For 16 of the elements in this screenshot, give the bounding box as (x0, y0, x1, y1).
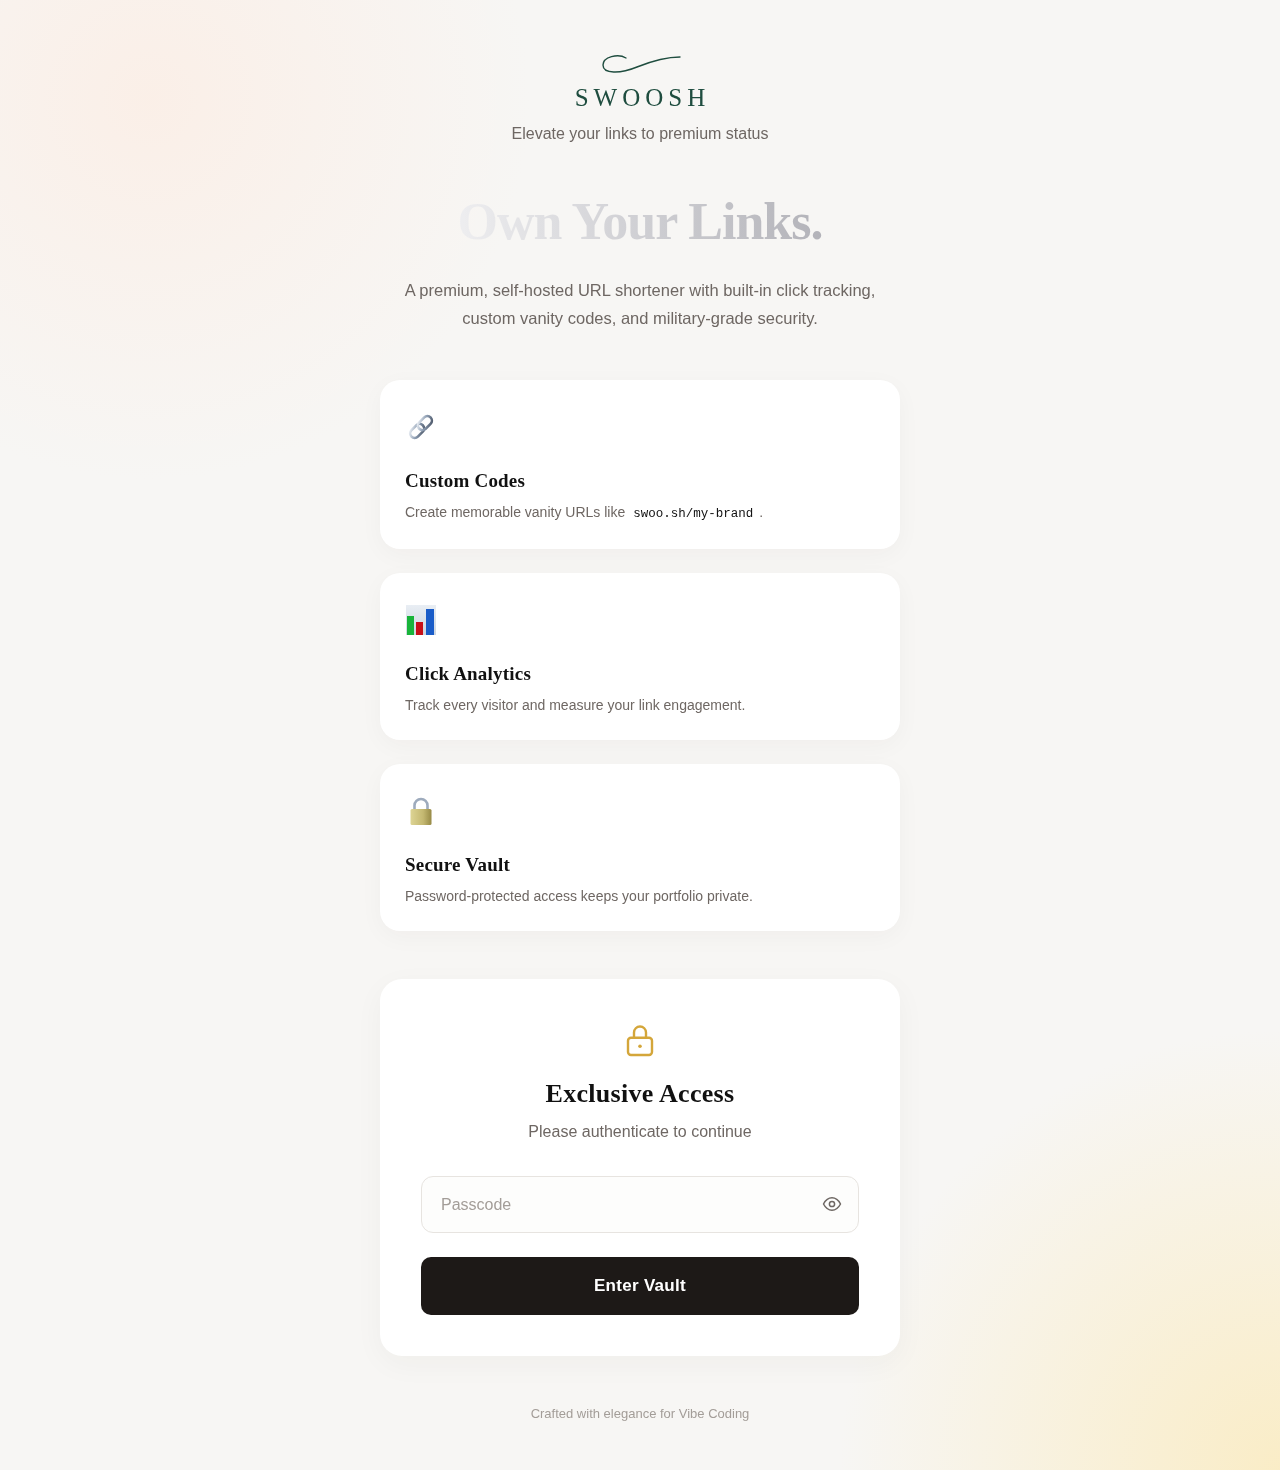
submit-button[interactable]: Enter Vault (421, 1257, 859, 1315)
bar-chart-icon (405, 604, 437, 636)
feature-title: Secure Vault (405, 853, 511, 877)
feature-description: Password-protected access keeps your portfolio private. (405, 887, 754, 906)
hero-description: A premium, self-hosted URL shortener with built-in click tracking, custom vanity codes, and military-grade security. (403, 280, 877, 329)
feature-description: Create memorable vanity URLs like swoo.sh/my-brand . (405, 503, 765, 523)
eye-icon[interactable] (822, 1194, 842, 1214)
footer-text: Crafted with elegance for Vibe Coding (530, 1405, 750, 1423)
feature-title: Click Analytics (405, 662, 532, 686)
brand-name: SWOOSH (573, 84, 711, 112)
feature-title: Custom Codes (405, 469, 527, 493)
tagline: Elevate your links to premium status (511, 124, 769, 144)
login-subtitle: Please authenticate to continue (528, 1122, 752, 1142)
login-title: Exclusive Access (545, 1078, 735, 1110)
passcode-field[interactable]: Passcode (421, 1176, 859, 1233)
feature-description: Track every visitor and measure your link engagement. (405, 696, 747, 715)
